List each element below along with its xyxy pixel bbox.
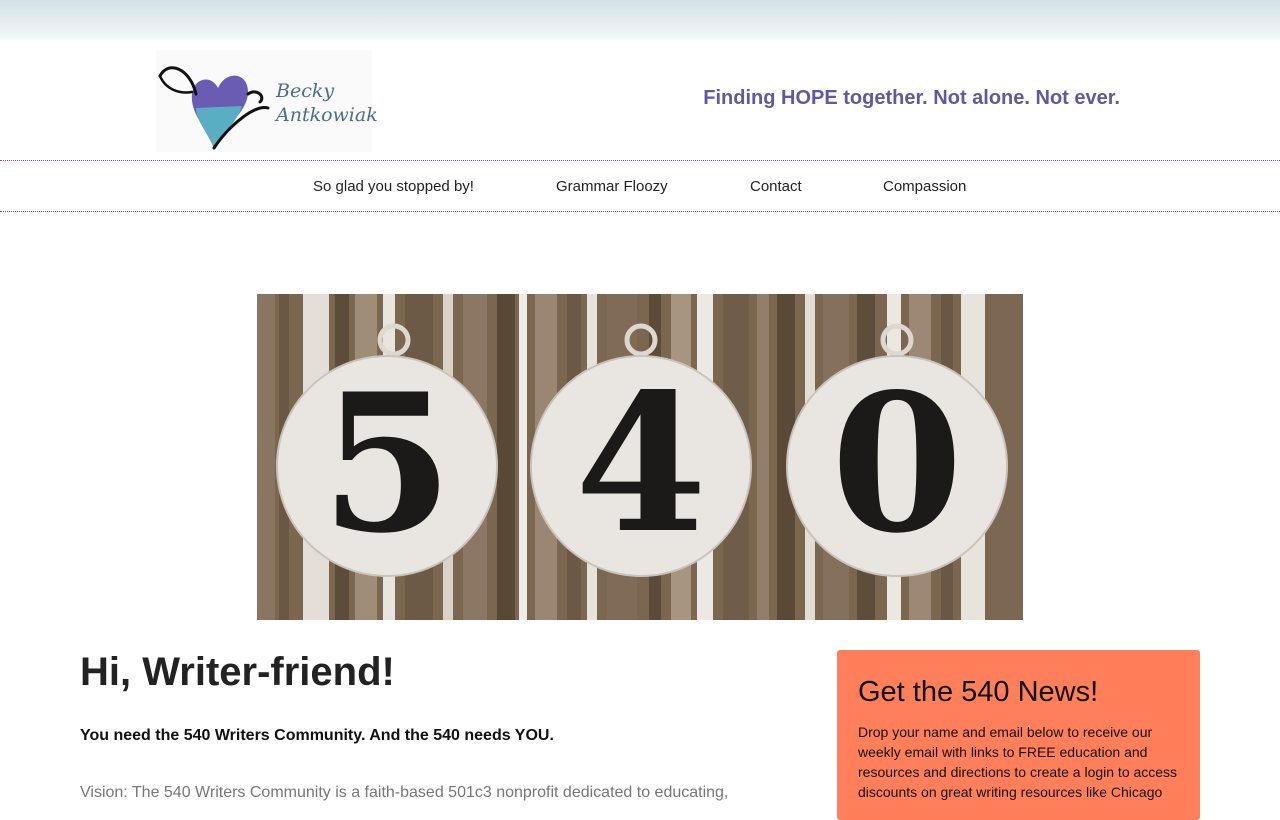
site-logo[interactable]: Becky Antkowiak	[156, 50, 378, 152]
nav-item-compassion[interactable]: Compassion	[883, 178, 966, 195]
top-gradient-bar	[0, 0, 1280, 40]
lead-text: You need the 540 Writers Community. And …	[80, 727, 554, 744]
page-title: Hi, Writer-friend!	[80, 650, 395, 694]
digit-5: 5	[321, 352, 453, 575]
digit-4: 4	[575, 352, 707, 575]
logo-name-last: Antkowiak	[276, 104, 378, 126]
nav-item-grammar-floozy[interactable]: Grammar Floozy	[556, 178, 668, 195]
newsletter-signup-box: Get the 540 News! Drop your name and ema…	[837, 650, 1200, 820]
hero-image-540: 5 4 0	[257, 294, 1023, 620]
main-navigation: So glad you stopped by! Grammar Floozy C…	[0, 160, 1280, 212]
site-tagline: Finding HOPE together. Not alone. Not ev…	[703, 87, 1120, 109]
nav-item-welcome[interactable]: So glad you stopped by!	[313, 178, 474, 195]
digit-0: 0	[831, 352, 963, 575]
logo-text: Becky Antkowiak	[276, 80, 378, 127]
nav-item-contact[interactable]: Contact	[750, 178, 802, 195]
vision-text: Vision: The 540 Writers Community is a f…	[80, 784, 729, 801]
site-header: Becky Antkowiak Finding HOPE together. N…	[0, 40, 1280, 160]
newsletter-description: Drop your name and email below to receiv…	[858, 724, 1178, 800]
newsletter-heading: Get the 540 News!	[858, 676, 1099, 708]
logo-name-first: Becky	[276, 80, 335, 102]
